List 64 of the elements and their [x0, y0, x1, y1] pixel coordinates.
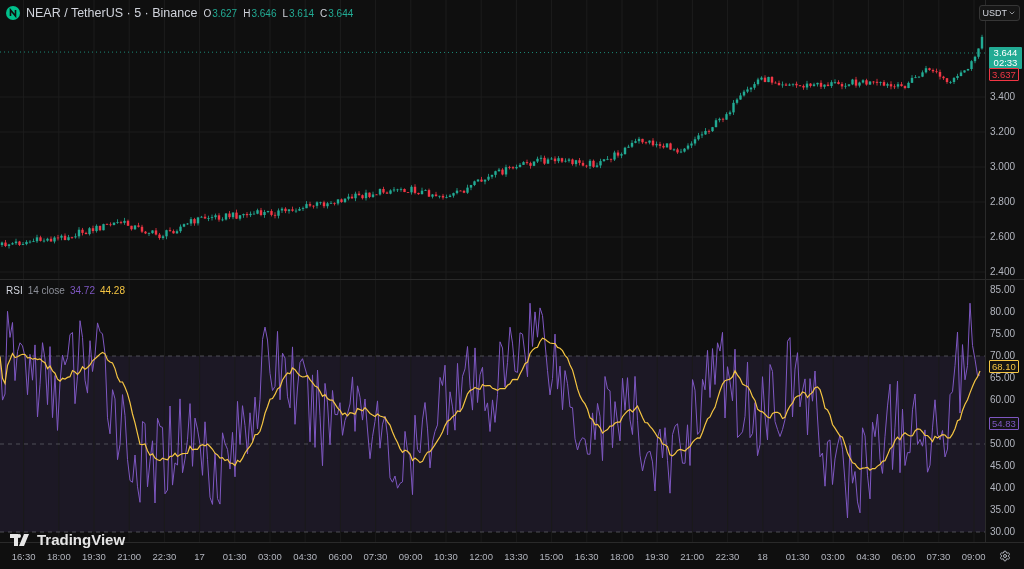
rsi-tick: 35.00: [990, 503, 1016, 517]
rsi-tick: 45.00: [990, 459, 1016, 473]
rsi-tick: 70.00: [990, 349, 1016, 363]
rsi-tick: 80.00: [990, 305, 1016, 319]
time-tick: 09:00: [960, 550, 987, 562]
price-tick: 2.800: [990, 195, 1016, 209]
time-tick: 19:30: [644, 550, 670, 562]
coin-logo-icon: [6, 6, 20, 20]
time-tick: 21:00: [116, 550, 143, 562]
rsi-tick: 85.00: [990, 283, 1016, 297]
price-tick: 2.600: [990, 230, 1016, 244]
time-tick: 04:30: [855, 550, 881, 562]
brand-logo-icon: [10, 532, 32, 547]
brand-name: TradingView: [37, 531, 126, 548]
rsi-tick: 30.00: [990, 525, 1016, 539]
time-tick: 03:00: [257, 550, 283, 562]
rsi-tick: 50.00: [990, 437, 1016, 451]
time-tick: 13:30: [503, 550, 530, 562]
time-tick: 18: [756, 550, 769, 562]
price-tick: 3.400: [990, 90, 1016, 104]
symbol-title: NEAR / TetherUS · 5 · Binance: [26, 6, 198, 20]
indicator-params: 14 close: [27, 285, 65, 296]
time-tick: 06:00: [890, 550, 917, 562]
time-tick: 03:00: [820, 550, 846, 562]
time-tick: 01:30: [784, 550, 811, 562]
ohlc-value: C3.644: [320, 7, 354, 19]
time-tick: 07:30: [362, 550, 389, 562]
time-tick: 07:30: [925, 550, 952, 562]
last-price-tag: 3.644 02:33: [989, 47, 1022, 69]
time-tick: 21:00: [679, 550, 706, 562]
time-tick: 18:00: [45, 550, 72, 562]
time-tick: 10:30: [432, 550, 459, 562]
rsi-value-tag: 54.83: [989, 417, 1019, 430]
time-tick: 22:30: [714, 550, 741, 562]
ohlc-value: H3.646: [243, 7, 277, 19]
ohlc-value: L3.614: [282, 7, 315, 19]
rsi-tick: 40.00: [990, 481, 1016, 495]
price-tick: 3.000: [990, 160, 1016, 174]
price-tick: 3.200: [990, 125, 1016, 139]
price-tick: 2.400: [990, 265, 1016, 279]
ohlc-value: O3.627: [203, 7, 238, 19]
time-tick: 16:30: [573, 550, 600, 562]
rsi-average-tag: 68.10: [989, 360, 1019, 373]
caret-icon: [1008, 9, 1016, 17]
indicator-name: RSI: [6, 285, 23, 296]
rsi-average-value: 44.28: [99, 285, 125, 296]
time-tick: 04:30: [292, 550, 318, 562]
time-tick: 16:30: [10, 550, 37, 562]
rsi-value: 34.72: [69, 285, 95, 296]
currency-button[interactable]: USDT: [978, 5, 1020, 21]
time-tick: 18:00: [608, 550, 635, 562]
time-tick: 19:30: [81, 550, 107, 562]
time-tick: 12:00: [468, 550, 494, 562]
rsi-tick: 60.00: [990, 393, 1016, 407]
time-tick: 22:30: [151, 550, 178, 562]
rsi-tick: 75.00: [990, 327, 1016, 341]
time-tick: 09:00: [397, 550, 424, 562]
time-tick: 01:30: [221, 550, 248, 562]
time-tick: 17: [193, 550, 206, 562]
previous-price-tag: 3.637: [989, 68, 1019, 81]
time-tick: 15:00: [538, 550, 565, 562]
rsi-tick: 65.00: [990, 371, 1016, 385]
settings-icon[interactable]: [998, 550, 1011, 562]
time-tick: 06:00: [327, 550, 354, 562]
